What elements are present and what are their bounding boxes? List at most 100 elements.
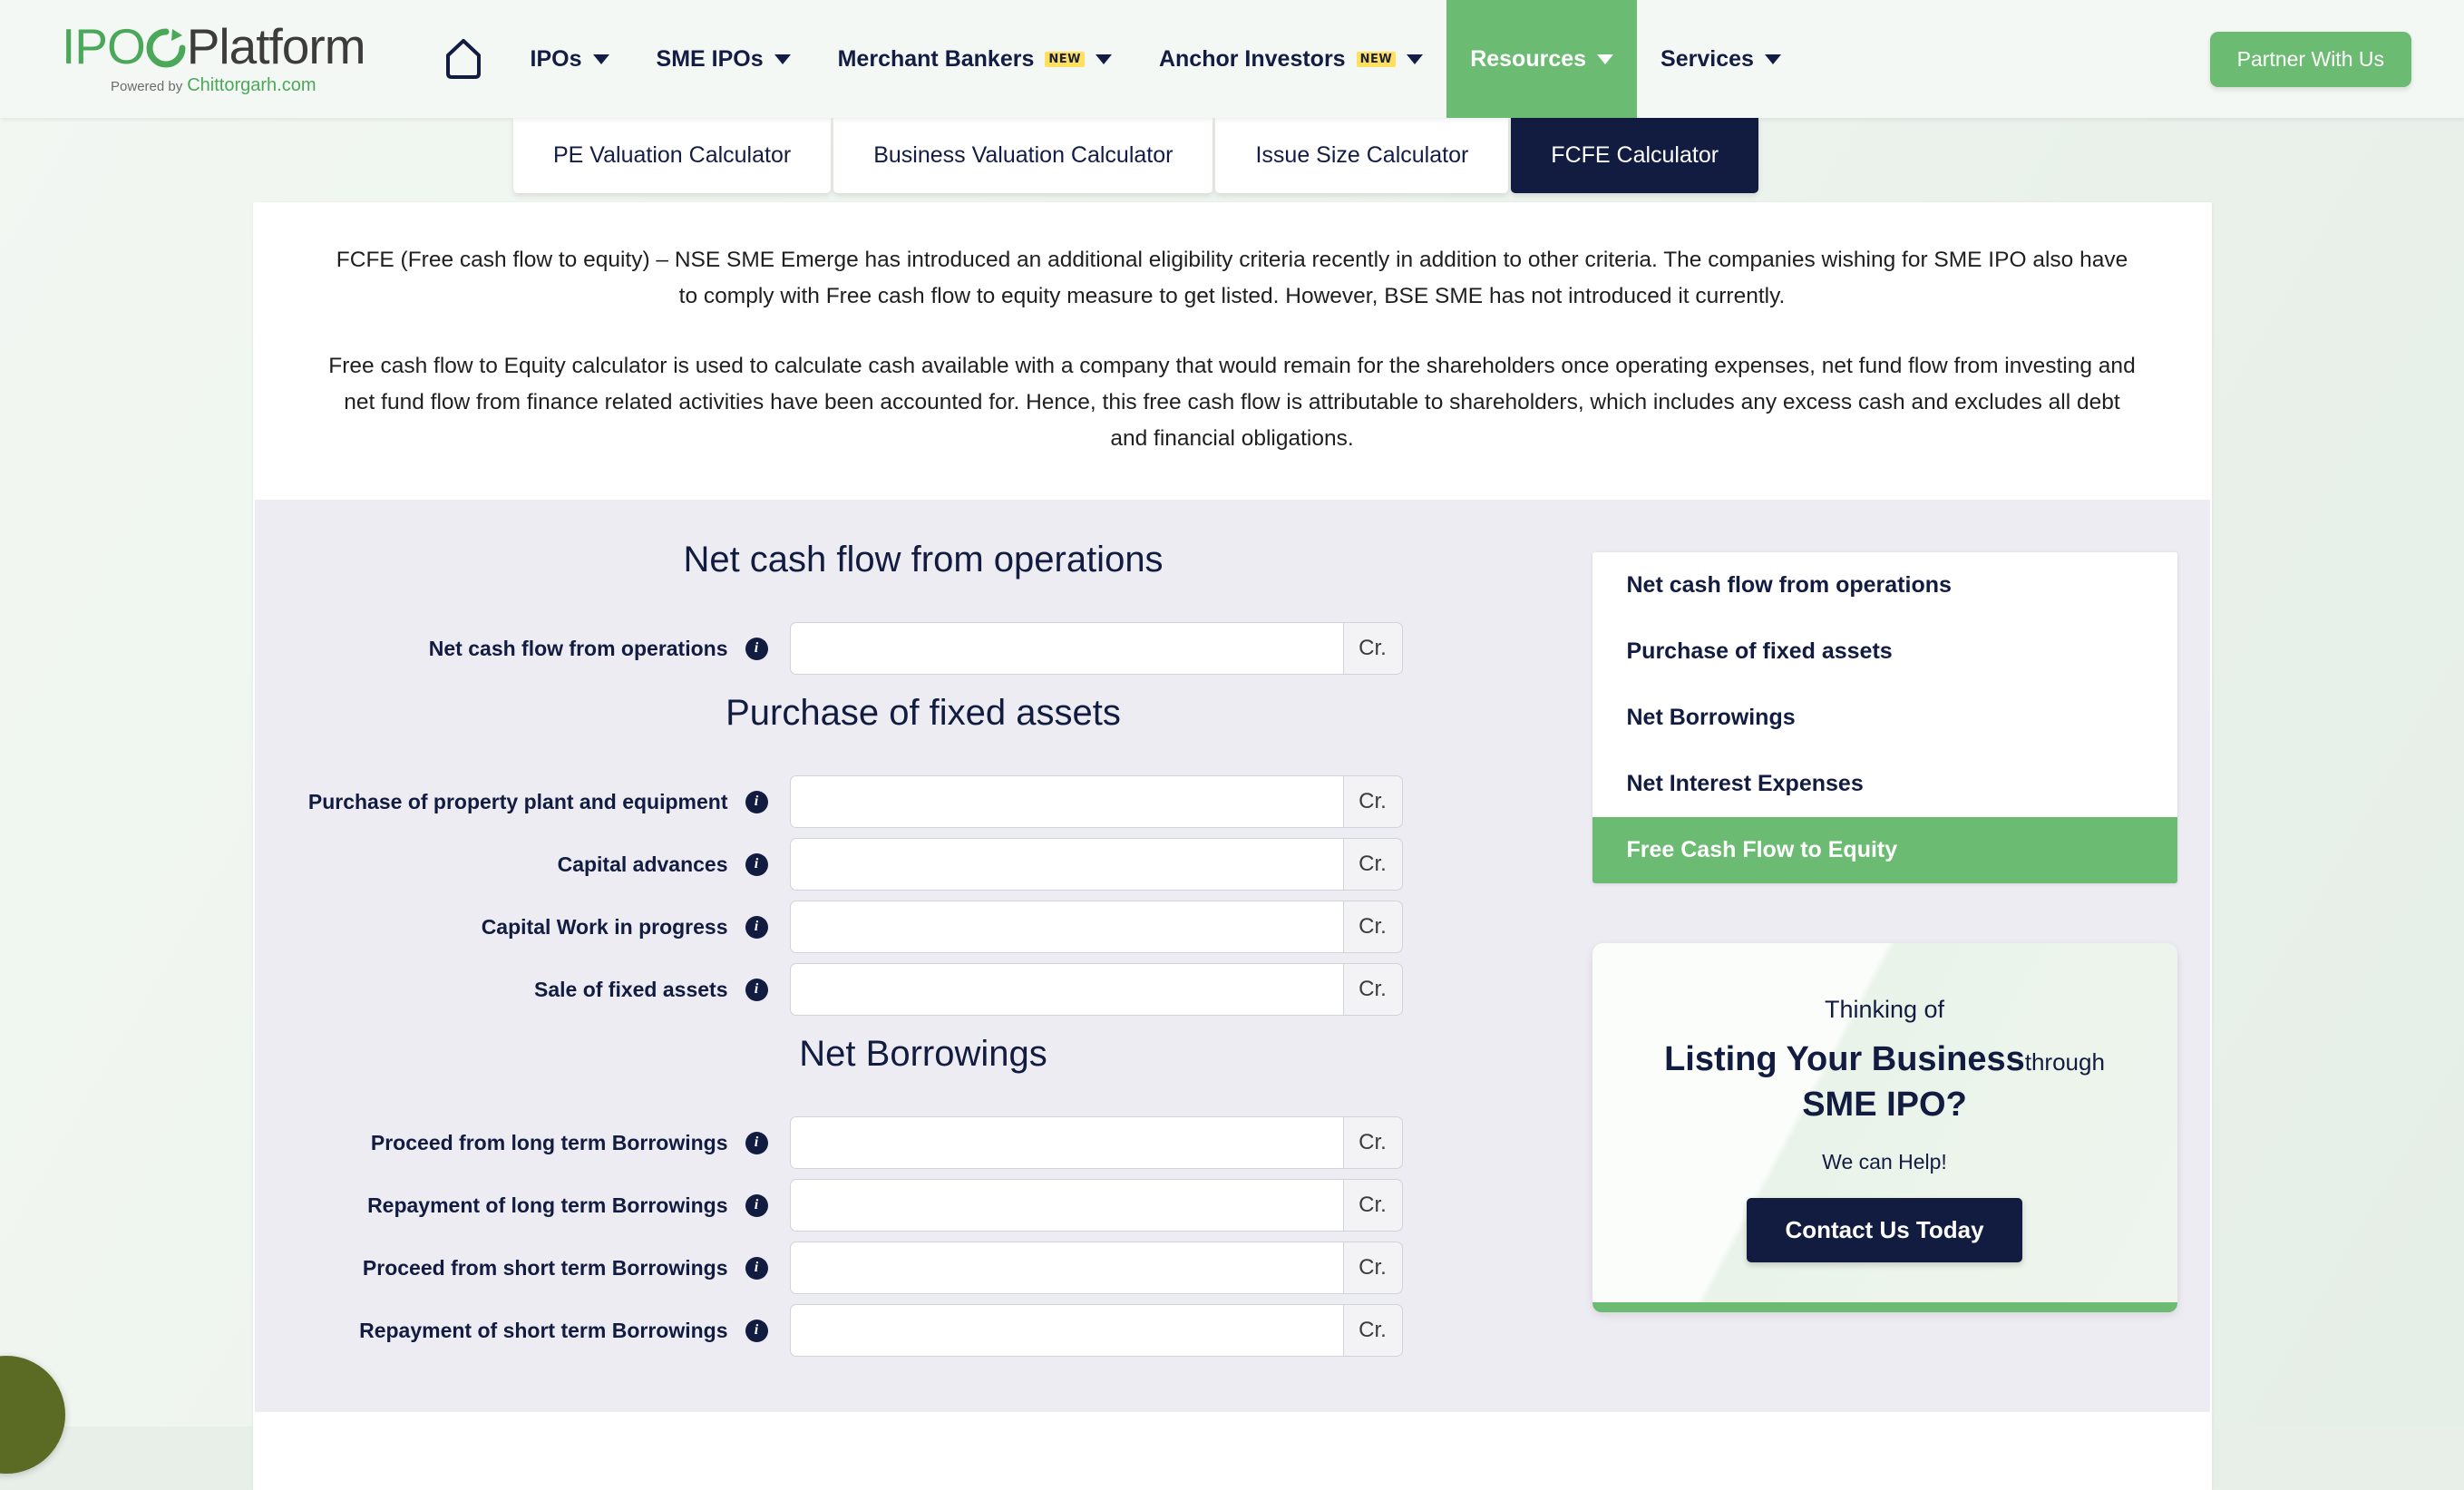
field-label: Proceed from long term Borrowings (370, 1130, 728, 1154)
field-label: Proceed from short term Borrowings (362, 1255, 728, 1280)
field-label: Net cash flow from operations (428, 636, 728, 660)
sidebar-item-free-cash-flow-to-equity[interactable]: Free Cash Flow to Equity (1592, 817, 2177, 884)
field-label-wrap: Proceed from short term Borrowings i (273, 1256, 790, 1281)
currency-addon: Cr. (1342, 838, 1403, 891)
logo[interactable]: IPO Platform Powered by Chittorgarh.com (0, 0, 366, 118)
info-icon[interactable]: i (745, 915, 768, 939)
input-group: Cr. (789, 1116, 1403, 1170)
contact-us-today-button[interactable]: Contact Us Today (1747, 1197, 2022, 1262)
input-group: Cr. (789, 1179, 1403, 1232)
promo-line-2: Listing Your Businessthrough (1620, 1038, 2150, 1082)
calculator-sidebar: Net cash flow from operations Purchase o… (1574, 536, 2177, 1312)
logo-powered-by: Powered by (111, 79, 183, 94)
currency-addon: Cr. (1342, 901, 1403, 954)
net-cash-flow-from-operations-input[interactable] (789, 622, 1343, 676)
proceed-from-short-term-borrowings-input[interactable] (789, 1242, 1343, 1295)
repayment-of-long-term-borrowings-input[interactable] (789, 1179, 1343, 1232)
info-icon[interactable]: i (745, 1256, 768, 1280)
recycle-o-icon (145, 24, 187, 71)
nav-item-services[interactable]: Services (1637, 0, 1805, 118)
calculator-form: Net cash flow from operations Net cash f… (255, 536, 1574, 1367)
intro-paragraph-1: FCFE (Free cash flow to equity) – NSE SM… (336, 248, 2128, 308)
field-label: Repayment of long term Borrowings (367, 1193, 728, 1217)
input-group: Cr. (789, 1242, 1403, 1295)
proceed-from-long-term-borrowings-input[interactable] (789, 1116, 1343, 1170)
currency-addon: Cr. (1342, 775, 1403, 829)
nav-item-sme-ipos[interactable]: SME IPOs (633, 0, 814, 118)
currency-addon: Cr. (1342, 1304, 1403, 1358)
info-icon[interactable]: i (745, 852, 768, 876)
nav-item-anchor-investors[interactable]: Anchor Investors NEW (1135, 0, 1446, 118)
field-row: Purchase of property plant and equipment… (273, 775, 1574, 829)
tab-issue-size-calculator[interactable]: Issue Size Calculator (1215, 118, 1509, 193)
chevron-down-icon (1597, 54, 1614, 64)
info-icon[interactable]: i (745, 978, 768, 1001)
info-icon[interactable]: i (745, 1193, 768, 1217)
nav-label: Resources (1470, 45, 1587, 72)
tab-business-valuation-calculator[interactable]: Business Valuation Calculator (833, 118, 1213, 193)
capital-advances-input[interactable] (789, 838, 1343, 891)
logo-ipo-text: IPO (62, 18, 146, 74)
chevron-down-icon (1407, 54, 1424, 64)
info-icon[interactable]: i (745, 1131, 768, 1154)
sidebar-item-net-cash-flow-from-operations[interactable]: Net cash flow from operations (1592, 552, 2177, 618)
field-row: Capital Work in progress i Cr. (273, 901, 1574, 954)
nav-label: Anchor Investors (1158, 45, 1346, 72)
new-badge: NEW (1045, 51, 1085, 67)
logo-chittorgarh: Chittorgarh.com (187, 75, 317, 95)
field-label-wrap: Capital Work in progress i (273, 915, 790, 940)
main-navigation: IPOs SME IPOs Merchant Bankers NEW Ancho… (365, 0, 2188, 118)
chevron-down-icon (592, 54, 609, 64)
intro-text: FCFE (Free cash flow to equity) – NSE SM… (253, 202, 2212, 500)
partner-with-us-button[interactable]: Partner With Us (2209, 31, 2411, 87)
chevron-down-icon (1095, 54, 1112, 64)
input-group: Cr. (789, 1304, 1403, 1358)
tab-pe-valuation-calculator[interactable]: PE Valuation Calculator (513, 118, 832, 193)
sale-of-fixed-assets-input[interactable] (789, 963, 1343, 1017)
field-row: Repayment of short term Borrowings i Cr. (273, 1304, 1574, 1358)
field-row: Repayment of long term Borrowings i Cr. (273, 1179, 1574, 1232)
info-icon[interactable]: i (745, 1319, 768, 1342)
nav-label: IPOs (530, 45, 582, 72)
field-label-wrap: Capital advances i (273, 852, 790, 877)
repayment-of-short-term-borrowings-input[interactable] (789, 1304, 1343, 1358)
home-icon[interactable] (420, 0, 507, 118)
purchase-of-property-plant-and-equipment-input[interactable] (789, 775, 1343, 829)
promo-line-3: SME IPO? (1802, 1085, 1967, 1124)
input-group: Cr. (789, 963, 1403, 1017)
section-title-net-cash-flow: Net cash flow from operations (683, 540, 1164, 580)
nav-item-resources[interactable]: Resources (1446, 0, 1638, 118)
nav-label: SME IPOs (656, 45, 764, 72)
sidebar-item-net-borrowings[interactable]: Net Borrowings (1592, 685, 2177, 751)
capital-work-in-progress-input[interactable] (789, 901, 1343, 954)
tab-fcfe-calculator[interactable]: FCFE Calculator (1511, 118, 1759, 193)
info-icon[interactable]: i (745, 637, 768, 660)
field-label-wrap: Repayment of long term Borrowings i (273, 1193, 790, 1218)
calculator-tabs: PE Valuation Calculator Business Valuati… (0, 118, 2464, 193)
info-icon[interactable]: i (745, 790, 768, 813)
currency-addon: Cr. (1342, 1179, 1403, 1232)
nav-item-ipos[interactable]: IPOs (507, 0, 633, 118)
field-label: Purchase of property plant and equipment (307, 789, 728, 813)
field-label-wrap: Repayment of short term Borrowings i (273, 1319, 790, 1343)
section-title-purchase-of-fixed-assets: Purchase of fixed assets (726, 693, 1121, 734)
sidebar-item-net-interest-expenses[interactable]: Net Interest Expenses (1592, 751, 2177, 817)
intro-paragraph-2: Free cash flow to Equity calculator is u… (328, 354, 2136, 451)
input-group: Cr. (789, 622, 1403, 676)
chevron-down-icon (1764, 54, 1781, 64)
section-title-net-borrowings: Net Borrowings (799, 1034, 1047, 1075)
nav-item-merchant-bankers[interactable]: Merchant Bankers NEW (814, 0, 1135, 118)
calculator-card: FCFE (Free cash flow to equity) – NSE SM… (252, 202, 2212, 1490)
promo-line-2-tail: through (2024, 1048, 2105, 1076)
nav-label: Services (1661, 45, 1754, 72)
field-row: Capital advances i Cr. (273, 838, 1574, 891)
sidebar-item-purchase-of-fixed-assets[interactable]: Purchase of fixed assets (1592, 618, 2177, 685)
field-label-wrap: Sale of fixed assets i (273, 978, 790, 1002)
field-label-wrap: Proceed from long term Borrowings i (273, 1131, 790, 1155)
section-fields-net-borrowings: Proceed from long term Borrowings i Cr. … (273, 1116, 1574, 1358)
field-row: Sale of fixed assets i Cr. (273, 963, 1574, 1017)
input-group: Cr. (789, 901, 1403, 954)
field-label-wrap: Purchase of property plant and equipment… (273, 790, 790, 814)
section-fields-net-cash-flow: Net cash flow from operations i Cr. (273, 622, 1574, 676)
input-group: Cr. (789, 838, 1403, 891)
